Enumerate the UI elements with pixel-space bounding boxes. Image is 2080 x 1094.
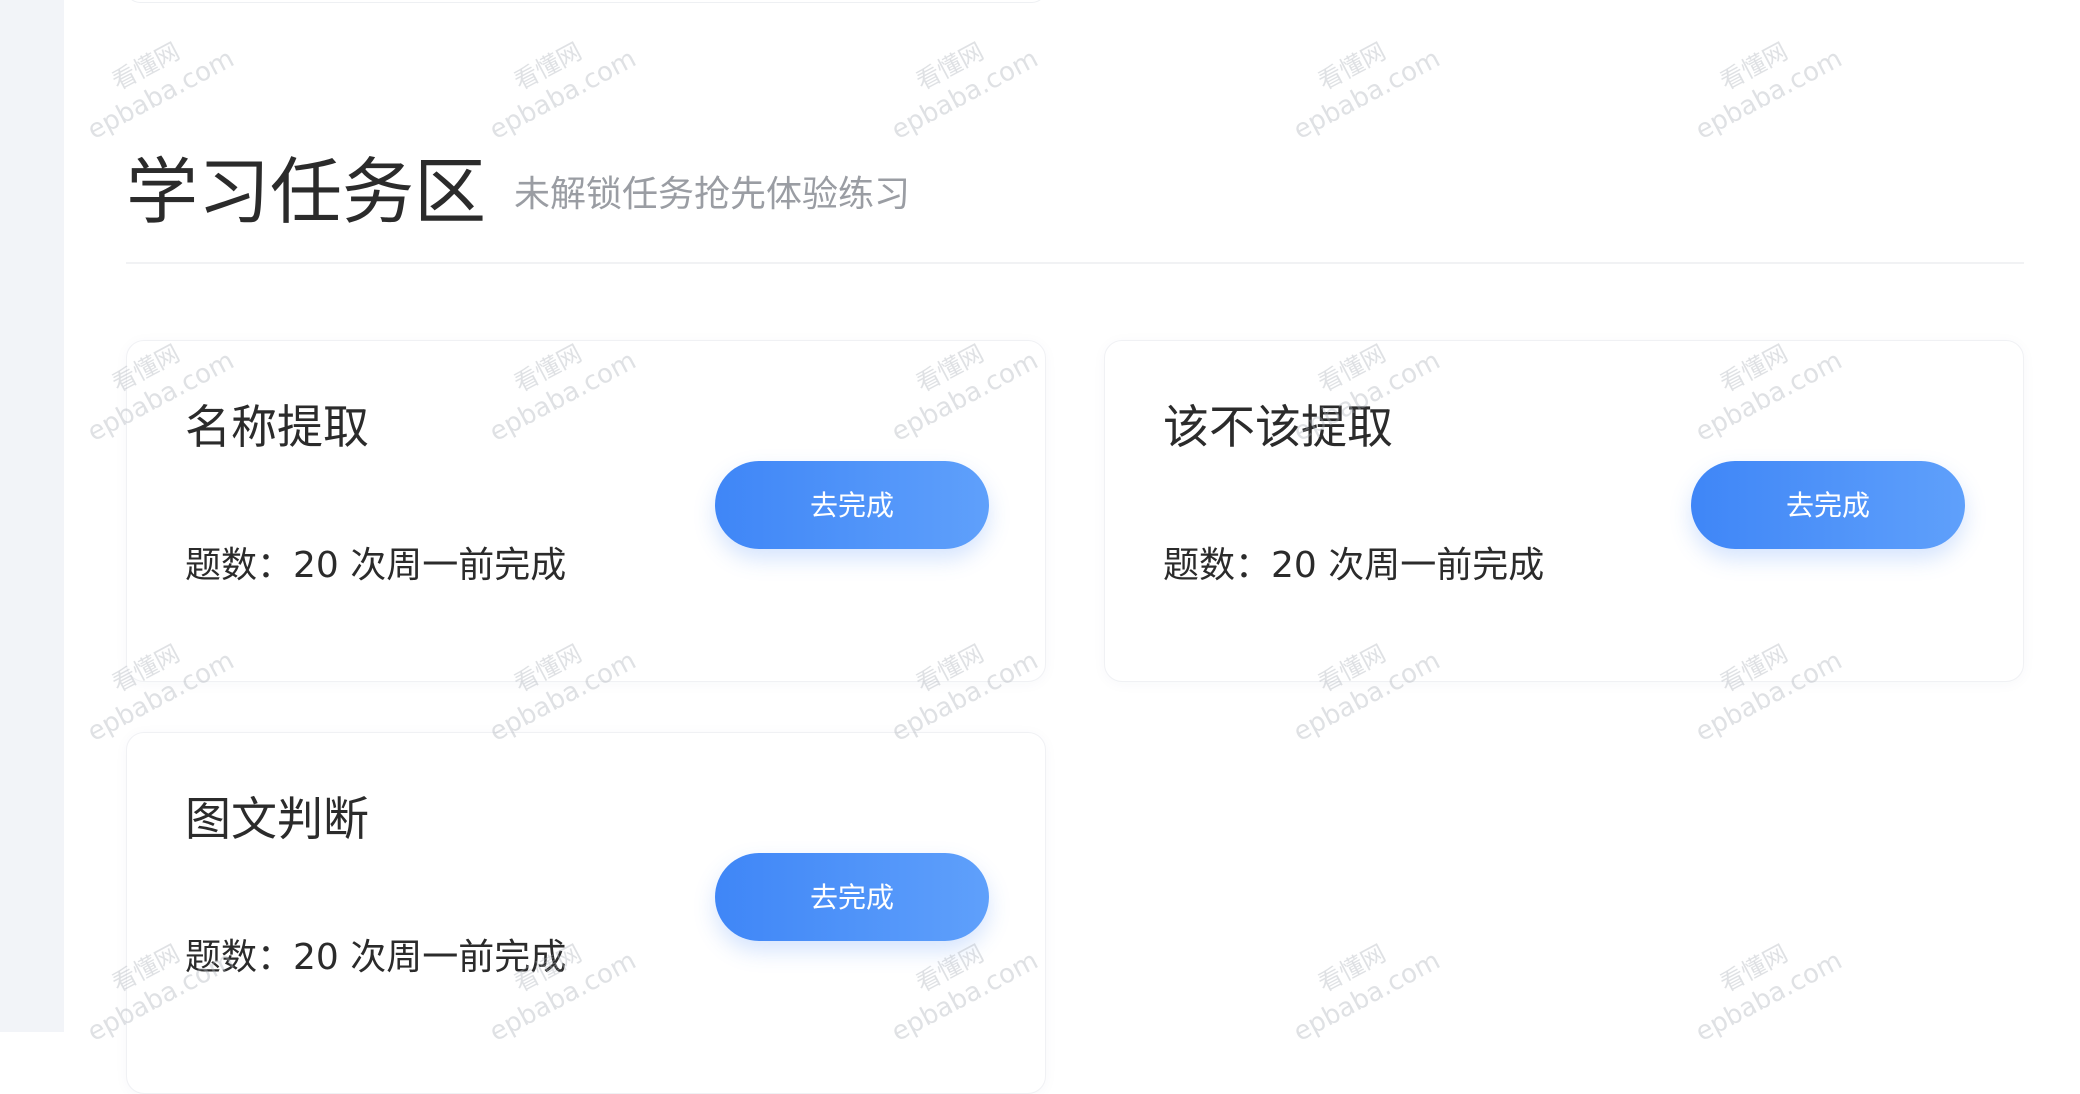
section-title: 学习任务区 <box>126 150 487 234</box>
previous-card-bottom-edge <box>126 0 1046 3</box>
section-subtitle: 未解锁任务抢先体验练习 <box>514 174 911 215</box>
task-card-name-extraction: 名称提取 题数：20 次周一前完成 去完成 <box>126 340 1046 682</box>
task-title: 该不该提取 <box>1163 400 1393 454</box>
go-complete-button[interactable]: 去完成 <box>715 853 989 941</box>
task-title: 名称提取 <box>185 400 369 454</box>
watermark-icon: 看懂网 epbaba.com <box>1288 939 1446 1048</box>
left-sidebar-rail <box>0 0 64 1032</box>
section-divider <box>126 262 2024 264</box>
task-card-should-extract: 该不该提取 题数：20 次周一前完成 去完成 <box>1104 340 2024 682</box>
task-card-image-text-judgment: 图文判断 题数：20 次周一前完成 去完成 <box>126 732 1046 1094</box>
section-header: 学习任务区 未解锁任务抢先体验练习 <box>126 150 2026 234</box>
task-meta: 题数：20 次周一前完成 <box>1163 545 1545 586</box>
task-meta: 题数：20 次周一前完成 <box>185 937 567 978</box>
go-complete-button[interactable]: 去完成 <box>1691 461 1965 549</box>
go-complete-button[interactable]: 去完成 <box>715 461 989 549</box>
task-title: 图文判断 <box>185 792 369 846</box>
watermark-icon: 看懂网 epbaba.com <box>1690 939 1848 1048</box>
task-meta: 题数：20 次周一前完成 <box>185 545 567 586</box>
